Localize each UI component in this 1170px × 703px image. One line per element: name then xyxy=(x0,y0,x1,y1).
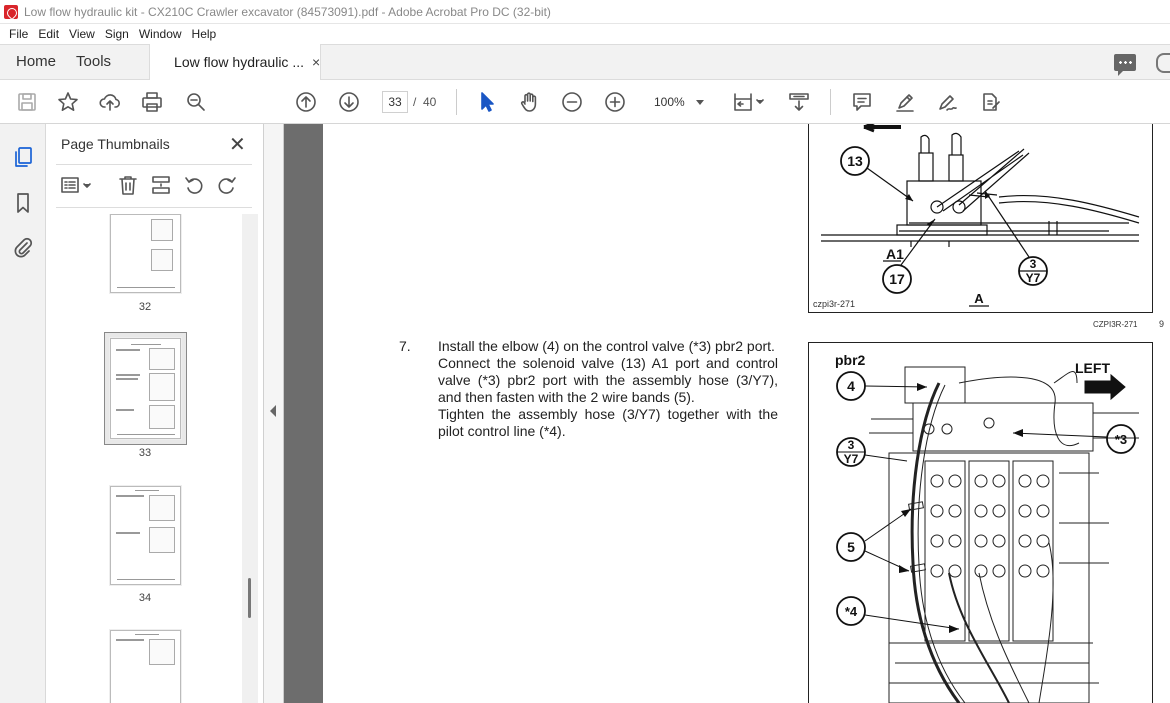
callout-17: 17 xyxy=(889,271,905,287)
comment-bubble-icon[interactable] xyxy=(1114,54,1136,76)
step-paragraph-3: Tighten the assembly hose (3/Y7) togethe… xyxy=(438,406,778,439)
figure-code-inner: czpi3r-271 xyxy=(813,299,856,309)
account-icon[interactable] xyxy=(1156,52,1170,73)
label-a: A xyxy=(974,291,984,306)
chevron-down-icon xyxy=(696,100,704,105)
document-viewer: 13 17 3 Y7 A1 A czpi3r-271 CZPI3R-271 9 … xyxy=(284,124,1170,703)
figure-solenoid-valve: 13 17 3 Y7 A1 A czpi3r-271 xyxy=(808,124,1153,313)
title-bar: Low flow hydraulic kit - CX210C Crawler … xyxy=(0,0,1170,24)
thumbnail-label-33: 33 xyxy=(138,447,152,459)
page-total: 40 xyxy=(423,95,437,109)
step-text: Install the elbow (4) on the control val… xyxy=(438,338,778,440)
menu-view[interactable]: View xyxy=(64,27,100,41)
thumbnail-scrollbar-thumb[interactable] xyxy=(248,578,251,618)
window-title: Low flow hydraulic kit - CX210C Crawler … xyxy=(24,4,551,19)
tab-tools[interactable]: Tools xyxy=(72,44,127,79)
tab-home[interactable]: Home xyxy=(0,44,72,79)
thumbnail-options-icon[interactable] xyxy=(60,174,96,196)
menu-edit[interactable]: Edit xyxy=(33,27,64,41)
callout-5: 5 xyxy=(847,539,855,555)
page-up-icon[interactable] xyxy=(294,90,318,114)
acrobat-icon xyxy=(4,4,18,19)
thumbnail-scrollbar[interactable] xyxy=(242,214,258,703)
rotate-ccw-icon[interactable] xyxy=(183,174,205,196)
insert-page-icon[interactable] xyxy=(150,174,172,196)
select-cursor-icon[interactable] xyxy=(475,90,499,114)
page-separator: / xyxy=(413,95,417,109)
solenoid-valve-drawing: 13 17 3 Y7 A1 A xyxy=(821,124,1140,307)
zoom-out-icon[interactable] xyxy=(560,90,584,114)
thumbnail-page-34[interactable] xyxy=(110,486,181,585)
menu-bar: File Edit View Sign Window Help xyxy=(0,24,1170,44)
callout-3: 3 xyxy=(1030,257,1037,271)
close-panel-icon[interactable]: ✕ xyxy=(229,132,246,157)
label-a1: A1 xyxy=(886,246,904,262)
toolbar: 33 / 40 100% xyxy=(0,80,1170,124)
save-icon[interactable] xyxy=(15,90,39,114)
step-number: 7. xyxy=(399,338,411,354)
tab-bar: Home Tools Low flow hydraulic ... × xyxy=(0,44,1170,80)
menu-help[interactable]: Help xyxy=(187,27,222,41)
page-thumbnails-icon[interactable] xyxy=(12,146,34,168)
step-paragraph-2: Connect the solenoid valve (13) A1 port … xyxy=(438,355,778,405)
rotate-cw-icon[interactable] xyxy=(216,174,238,196)
thumbnail-page-32[interactable] xyxy=(110,214,181,293)
callout-3-bottom: 3 xyxy=(848,438,855,452)
step-paragraph-1: Install the elbow (4) on the control val… xyxy=(438,338,775,354)
panel-splitter[interactable] xyxy=(264,124,284,703)
comment-icon[interactable] xyxy=(850,90,874,114)
panel-title: Page Thumbnails xyxy=(61,136,170,152)
page-down-icon[interactable] xyxy=(337,90,361,114)
star-icon[interactable] xyxy=(56,90,80,114)
tab-close-icon[interactable]: × xyxy=(312,54,320,70)
zoom-dropdown[interactable]: 100% xyxy=(646,91,712,113)
tab-document-label: Low flow hydraulic ... xyxy=(174,54,304,70)
thumbnail-page-35[interactable] xyxy=(110,630,181,703)
highlight-pen-icon[interactable] xyxy=(893,90,917,114)
cloud-upload-icon[interactable] xyxy=(98,90,122,114)
thumbnail-page-33[interactable] xyxy=(110,338,181,439)
thumbnail-label-32: 32 xyxy=(138,301,152,313)
thumbnail-panel: Page Thumbnails ✕ 32 33 34 xyxy=(46,124,264,703)
menu-sign[interactable]: Sign xyxy=(100,27,134,41)
thumbnail-list: 32 33 34 xyxy=(46,214,246,703)
search-icon[interactable] xyxy=(184,90,208,114)
figure-code-outer: CZPI3R-271 xyxy=(1093,320,1138,329)
control-valve-drawing: pbr2 LEFT 4 *3 3 Y7 5 *4 xyxy=(835,352,1139,703)
menu-window[interactable]: Window xyxy=(134,27,187,41)
delete-page-icon[interactable] xyxy=(117,174,139,196)
callout-y7-bottom: Y7 xyxy=(844,452,859,466)
zoom-in-icon[interactable] xyxy=(603,90,627,114)
callout-star-3: *3 xyxy=(1115,432,1127,447)
redact-tool-icon[interactable] xyxy=(978,90,1002,114)
label-left: LEFT xyxy=(1075,360,1110,376)
scroll-mode-icon[interactable] xyxy=(787,90,811,114)
page-mark: 9 xyxy=(1159,319,1165,329)
attachment-icon[interactable] xyxy=(12,236,34,258)
page-fit-icon[interactable] xyxy=(732,90,768,114)
thumbnail-label-34: 34 xyxy=(138,592,152,604)
callout-y7: Y7 xyxy=(1026,271,1041,285)
callout-star-4: *4 xyxy=(845,604,858,619)
figure-control-valve: pbr2 LEFT 4 *3 3 Y7 5 *4 xyxy=(808,342,1153,703)
zoom-value: 100% xyxy=(654,95,685,109)
callout-4: 4 xyxy=(847,378,855,394)
pdf-page: 13 17 3 Y7 A1 A czpi3r-271 CZPI3R-271 9 … xyxy=(323,124,1170,703)
tab-document[interactable]: Low flow hydraulic ... × xyxy=(149,44,322,80)
sign-pen-icon[interactable] xyxy=(935,90,959,114)
collapse-arrow-icon[interactable] xyxy=(270,405,276,417)
menu-file[interactable]: File xyxy=(4,27,33,41)
print-icon[interactable] xyxy=(140,90,164,114)
hand-tool-icon[interactable] xyxy=(517,90,541,114)
left-navigation-rail xyxy=(0,124,46,703)
callout-13: 13 xyxy=(847,153,863,169)
bookmark-icon[interactable] xyxy=(12,192,34,214)
label-pbr2: pbr2 xyxy=(835,352,866,368)
page-number-input[interactable]: 33 xyxy=(382,91,408,113)
